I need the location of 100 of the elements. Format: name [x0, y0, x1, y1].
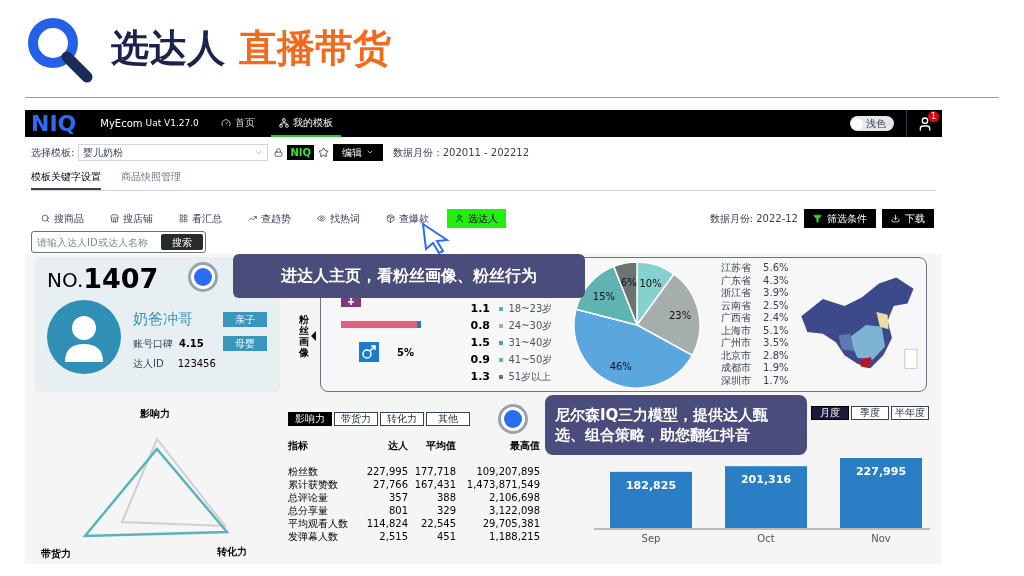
tgi-value: 1.1 — [470, 301, 491, 316]
field-label: 达人ID — [133, 356, 164, 371]
region-share: 3.9% — [763, 287, 789, 300]
table-cell-text: 227,995 — [365, 465, 408, 478]
tool-button[interactable]: 查爆款 — [378, 209, 437, 228]
table-cell-text: 2,515 — [378, 530, 408, 543]
table-cell-text: 451 — [435, 530, 456, 543]
category-tag: 亲子 — [223, 311, 267, 327]
radar-label: 转化力 — [217, 545, 247, 559]
tool-button[interactable]: 找热词 — [309, 209, 368, 228]
person-icon — [455, 214, 464, 223]
rank-number: 1407 — [83, 265, 159, 292]
axis-label: Oct — [757, 533, 775, 544]
metric-tab[interactable]: 其他 — [426, 412, 470, 426]
tool-button[interactable]: 搜商品 — [33, 209, 92, 228]
radar-label: 带货力 — [41, 547, 71, 561]
search-button[interactable]: 搜索 — [161, 234, 203, 250]
download-icon — [891, 214, 900, 223]
bar-value: 201,316 — [740, 473, 792, 487]
category-tag: 母婴 — [223, 335, 267, 351]
nav-tab[interactable]: 首页 — [212, 110, 263, 137]
region-share: 1.7% — [763, 374, 789, 387]
region-share: 5.1% — [763, 324, 789, 337]
tool-button[interactable]: 搜店铺 — [102, 209, 161, 228]
metric-tab[interactable]: 带货力 — [334, 412, 378, 426]
table-cell-text: 109,207,895 — [475, 465, 540, 478]
age-label: 24~30岁 — [508, 318, 553, 333]
tgi-value: 1.3 — [470, 369, 491, 384]
radio-button[interactable] — [498, 404, 528, 434]
eye-icon — [317, 214, 326, 223]
callout-tooltip: 尼尔森IQ三力模型，提供达人甄选、组合策略，助您翻红抖音 — [545, 395, 807, 455]
theme-toggle[interactable]: 浅色 — [850, 116, 894, 131]
axis-label: Nov — [871, 533, 891, 544]
table-cell-text: 1,473,871,549 — [465, 478, 540, 491]
column-header: 指标 — [288, 439, 309, 453]
age-label: 41~50岁 — [508, 352, 553, 367]
filter-icon — [813, 214, 822, 223]
avatar-icon — [47, 300, 121, 374]
table-cell-text: 177,718 — [413, 465, 456, 478]
rank-prefix: NO. — [47, 270, 84, 290]
region-name: 上海市 — [721, 324, 752, 337]
tgi-value: 0.9 — [470, 352, 491, 367]
period-tab[interactable]: 半年度 — [891, 406, 929, 420]
slice-label: 6% — [620, 276, 637, 288]
template-label: 选择模板: — [31, 145, 75, 160]
table-cell-text: 2,106,698 — [488, 491, 540, 504]
filter-button[interactable]: 筛选条件 — [804, 209, 876, 228]
table-cell-text: 167,431 — [413, 478, 456, 491]
table-cell-text: 总分享量 — [288, 504, 329, 517]
region-share: 2.5% — [763, 299, 789, 312]
table-cell-text: 357 — [387, 491, 408, 504]
region-share: 1.9% — [763, 362, 789, 375]
tgi-value: 0.8 — [470, 318, 491, 333]
table-cell-text: 3,122,098 — [488, 504, 540, 517]
edit-dropdown[interactable]: 编辑 — [332, 143, 383, 161]
grid-icon — [179, 214, 188, 223]
male-icon — [359, 342, 379, 362]
slice-label: 10% — [639, 277, 662, 289]
tool-button[interactable]: 看汇总 — [171, 209, 230, 228]
region-share: 2.8% — [763, 349, 789, 362]
slice-label: 15% — [592, 290, 616, 302]
logo: NIQ — [31, 112, 77, 135]
table-cell-text: 发弹幕人数 — [288, 530, 339, 543]
niq-badge: NIQ — [287, 144, 314, 160]
table-cell-text: 114,824 — [365, 517, 408, 530]
bar-value: 182,825 — [625, 478, 677, 492]
template-select[interactable]: 婴儿奶粉 — [78, 143, 269, 161]
trend-icon — [248, 214, 257, 223]
tool-button[interactable]: 选达人 — [447, 209, 506, 228]
column-header: 达人 — [387, 439, 408, 453]
nav-tab[interactable]: 我的模板 — [270, 110, 341, 137]
column-header: 平均值 — [425, 439, 456, 453]
age-label: 31~40岁 — [508, 335, 553, 350]
download-button[interactable]: 下载 — [882, 209, 934, 228]
region-name: 成都市 — [721, 362, 752, 375]
period-tab[interactable]: 月度 — [811, 406, 849, 420]
male-share: 5% — [397, 345, 414, 360]
region-share: 4.3% — [763, 274, 789, 287]
metric-tab[interactable]: 影响力 — [288, 412, 332, 426]
radio-button[interactable] — [188, 262, 218, 292]
notification-badge: 1 — [928, 111, 939, 122]
region-name: 江苏省 — [721, 262, 752, 275]
region-share: 3.5% — [763, 337, 789, 350]
period-tab[interactable]: 季度 — [851, 406, 889, 420]
field-value: 4.15 — [179, 336, 204, 351]
store-icon — [110, 214, 119, 223]
slide-title: 选达人 — [111, 25, 225, 72]
search-field[interactable]: 请输入达人ID或达人名称 搜索 — [31, 231, 206, 253]
region-name: 北京市 — [721, 349, 752, 362]
box-icon — [386, 214, 395, 223]
region-name: 广东省 — [721, 274, 752, 287]
star-icon[interactable] — [317, 146, 329, 158]
tool-button[interactable]: 查趋势 — [240, 209, 299, 228]
region-name: 浙江省 — [721, 287, 752, 300]
table-cell-text: 388 — [435, 491, 456, 504]
metric-tab[interactable]: 转化力 — [380, 412, 424, 426]
tab[interactable]: 商品快照管理 — [121, 169, 181, 190]
tab[interactable]: 模板关键字设置 — [31, 169, 101, 190]
data-month: 数据月份: 2022-12 — [709, 212, 798, 226]
radar-label: 影响力 — [140, 407, 170, 421]
